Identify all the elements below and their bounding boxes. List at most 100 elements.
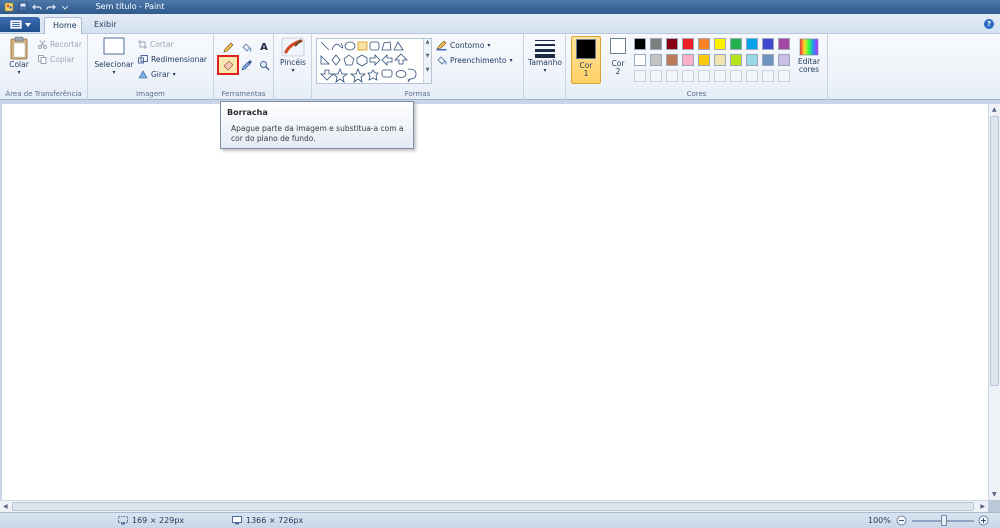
color-swatch[interactable] [762, 38, 774, 50]
selection-size-value: 169 × 229px [132, 516, 185, 525]
zoom-in-button[interactable] [978, 515, 989, 526]
canvas-size-status: 1366 × 726px [232, 516, 303, 525]
color-swatch[interactable] [730, 54, 742, 66]
color-swatch[interactable] [682, 54, 694, 66]
chevron-down-icon [24, 22, 31, 27]
custom-color-slot[interactable] [698, 70, 710, 82]
color-swatch[interactable] [666, 54, 678, 66]
custom-color-slot[interactable] [746, 70, 758, 82]
rotate-button[interactable]: Girar ▾ [138, 70, 176, 79]
color-swatch[interactable] [778, 38, 790, 50]
canvas-size-icon [232, 516, 242, 525]
edit-colors-button[interactable]: Editar cores [794, 38, 824, 74]
expand-gallery-icon: ▼ [425, 67, 430, 73]
color-swatch[interactable] [698, 54, 710, 66]
outline-icon [436, 40, 447, 51]
copy-button[interactable]: Copiar [38, 55, 74, 64]
color-swatch[interactable] [730, 38, 742, 50]
custom-color-slot[interactable] [778, 70, 790, 82]
scissors-icon [38, 40, 47, 49]
custom-color-slot[interactable] [650, 70, 662, 82]
color-swatch[interactable] [714, 54, 726, 66]
zoom-in-icon [978, 515, 989, 526]
color-swatch[interactable] [650, 38, 662, 50]
outline-button[interactable]: Contorno ▾ [436, 40, 490, 51]
color-swatch[interactable] [634, 54, 646, 66]
brush-icon [281, 37, 305, 57]
color-swatch[interactable] [682, 38, 694, 50]
color-swatch[interactable] [746, 38, 758, 50]
color-swatch[interactable] [746, 54, 758, 66]
horizontal-scroll-thumb[interactable] [12, 502, 974, 511]
chevron-down-icon: ▾ [17, 69, 21, 76]
scroll-left-icon[interactable]: ◀ [3, 503, 8, 510]
size-group: Tamanho ▾ [524, 34, 566, 100]
scroll-right-icon[interactable]: ▶ [980, 503, 985, 510]
vertical-scroll-thumb[interactable] [990, 116, 999, 386]
help-icon[interactable]: ? [984, 19, 994, 29]
resize-button[interactable]: Redimensionar [138, 55, 207, 64]
fill-tool[interactable] [238, 40, 254, 54]
color-swatch[interactable] [698, 38, 710, 50]
tooltip-title: Borracha [227, 108, 268, 117]
custom-color-slot[interactable] [730, 70, 742, 82]
custom-color-slot[interactable] [634, 70, 646, 82]
scroll-down-icon[interactable]: ▼ [992, 491, 997, 498]
eraser-icon [223, 60, 233, 70]
canvas-size-value: 1366 × 726px [246, 516, 304, 525]
vertical-scrollbar[interactable]: ▲ ▼ [988, 104, 1000, 500]
selection-size-status: 169 × 229px [118, 516, 184, 525]
brushes-button[interactable]: Pincéis ▾ [278, 36, 308, 74]
paint-menu-button[interactable] [0, 17, 40, 32]
horizontal-scrollbar[interactable]: ◀ ▶ [0, 500, 988, 512]
color-swatch[interactable] [778, 54, 790, 66]
size-button[interactable]: Tamanho ▾ [527, 36, 563, 74]
color-picker-tool[interactable] [238, 58, 254, 72]
paint-bucket-icon [242, 43, 251, 52]
resize-label: Redimensionar [151, 55, 208, 64]
color-swatch[interactable] [666, 38, 678, 50]
custom-color-slot[interactable] [666, 70, 678, 82]
color1-swatch [576, 39, 596, 59]
magnifier-tool[interactable] [256, 58, 272, 72]
shapes-scroll[interactable]: ▲ ▼ ▼ [423, 39, 431, 83]
drawing-canvas[interactable] [2, 104, 988, 500]
color-swatch[interactable] [762, 54, 774, 66]
custom-color-slot[interactable] [762, 70, 774, 82]
color-swatch[interactable] [650, 54, 662, 66]
color-swatch[interactable] [634, 38, 646, 50]
color-swatch[interactable] [714, 38, 726, 50]
select-button[interactable]: Selecionar ▾ [94, 36, 134, 76]
cut-label: Recortar [50, 40, 82, 49]
paste-button[interactable]: Colar ▾ [6, 36, 32, 76]
brushes-group: Pincéis ▾ [274, 34, 312, 100]
selection-size-icon [118, 516, 128, 525]
color2-number: 2 [615, 67, 621, 76]
shapes-icons [320, 41, 417, 83]
clipboard-group-label: Área de Transferência [5, 90, 82, 98]
zoom-slider-thumb[interactable] [941, 515, 947, 526]
tab-home[interactable]: Home [44, 17, 82, 34]
fill-button[interactable]: Preenchimento ▾ [436, 55, 512, 66]
pencil-tool[interactable] [220, 40, 236, 54]
zoom-out-button[interactable] [896, 515, 907, 526]
scroll-up-icon[interactable]: ▲ [992, 106, 997, 113]
tools-group-label: Ferramentas [221, 90, 266, 98]
resize-icon [138, 55, 148, 64]
chevron-down-icon: ▾ [112, 69, 116, 76]
chevron-down-icon: ▼ [425, 53, 430, 59]
custom-color-slot[interactable] [714, 70, 726, 82]
eraser-tool[interactable] [220, 58, 236, 72]
chevron-down-icon: ▾ [291, 67, 295, 74]
select-label: Selecionar [94, 60, 134, 69]
chevron-down-icon: ▾ [172, 71, 176, 78]
tab-view[interactable]: Exibir [86, 17, 125, 34]
text-tool[interactable]: A [256, 40, 272, 54]
custom-color-slot[interactable] [682, 70, 694, 82]
color1-button[interactable]: Cor 1 [571, 36, 601, 84]
cut-button[interactable]: Recortar [38, 40, 82, 49]
color2-button[interactable]: Cor 2 [606, 38, 630, 76]
crop-button[interactable]: Cortar [138, 40, 174, 49]
zoom-out-icon [896, 515, 907, 526]
eyedropper-icon [241, 60, 251, 70]
